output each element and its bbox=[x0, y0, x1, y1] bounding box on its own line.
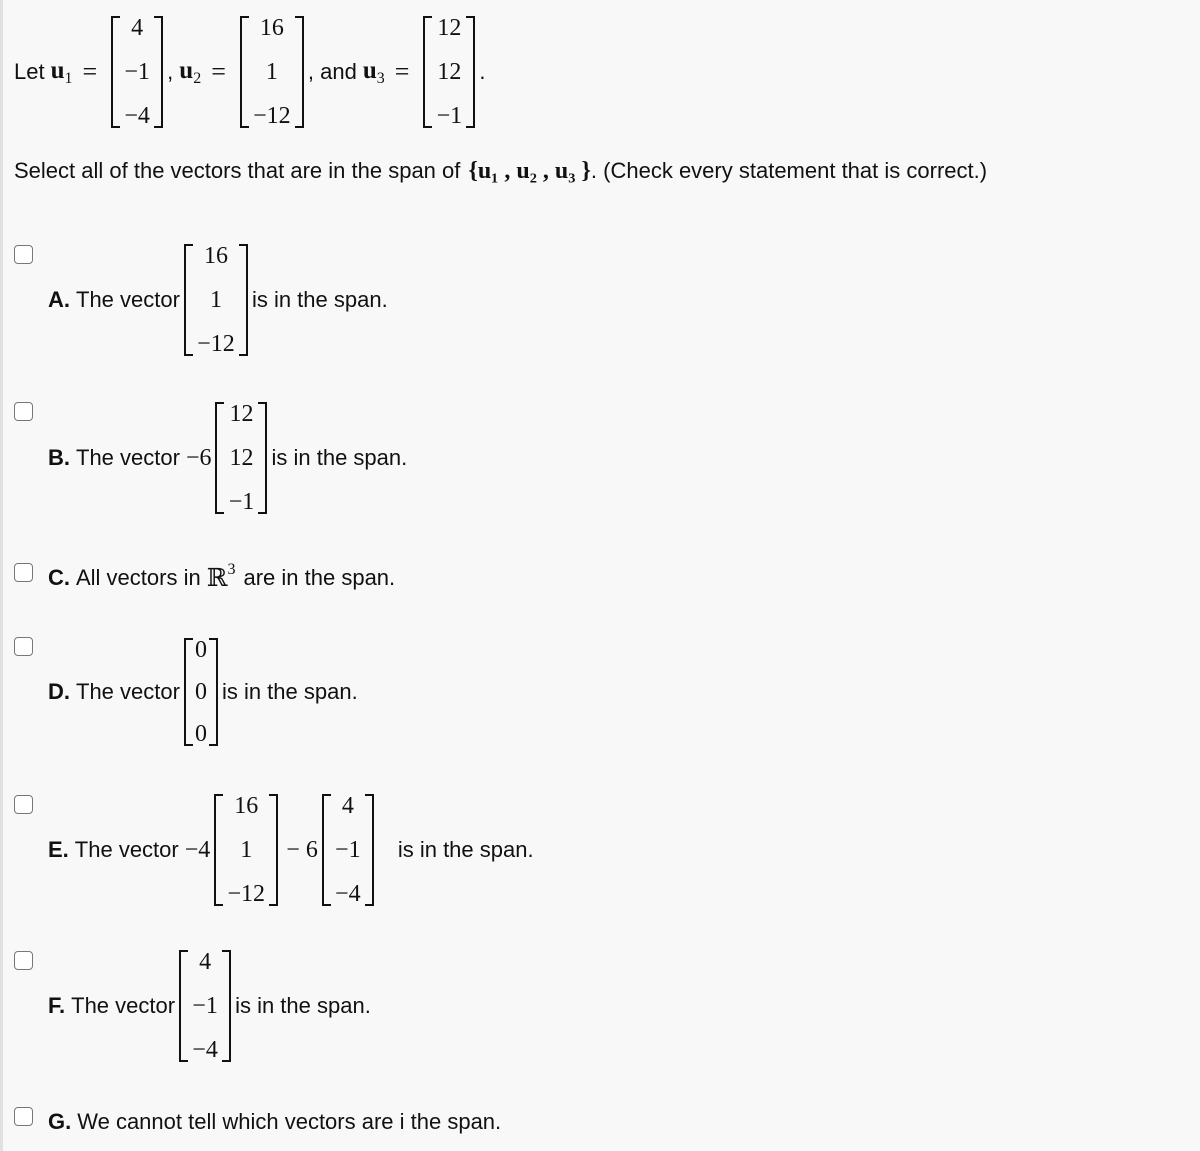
matrix-entry: −4 bbox=[192, 1037, 218, 1063]
exponent: 3 bbox=[227, 561, 236, 578]
option-suffix: is in the span. bbox=[397, 837, 534, 862]
option-prefix: The vector bbox=[76, 445, 180, 470]
vector-matrix: 16 1 −12 bbox=[214, 793, 279, 907]
u2-symbol: u2 bbox=[179, 57, 201, 88]
equals-sign: = bbox=[82, 57, 98, 86]
period: . bbox=[479, 59, 486, 84]
span-set: {u₁ , u₂ , u₃ } bbox=[468, 157, 591, 184]
matrix-entry: 0 bbox=[194, 637, 207, 663]
option-letter: F. bbox=[48, 993, 66, 1018]
option-e[interactable]: E. The vector −4 16 1 −12 − 6 4 −1 −4 is… bbox=[48, 792, 534, 908]
vector-matrix: 4 −1 −4 bbox=[321, 793, 374, 907]
u3-symbol: u3 bbox=[363, 57, 385, 88]
option-letter: G. bbox=[48, 1109, 72, 1134]
matrix-entry: −1 bbox=[335, 837, 361, 863]
matrix-entry: 4 bbox=[199, 949, 212, 975]
u2-entry: −12 bbox=[253, 103, 291, 129]
checkbox-f[interactable] bbox=[14, 951, 33, 970]
matrix-entry: 1 bbox=[209, 287, 222, 313]
u1-entry: −1 bbox=[124, 59, 150, 85]
equals-sign: = bbox=[394, 57, 410, 86]
u1-symbol: u1 bbox=[51, 57, 73, 88]
scalar-coefficient: −6 bbox=[185, 444, 212, 471]
vector-matrix: 16 1 −12 bbox=[183, 243, 248, 357]
vector-definitions: Let u1 = 4 −1 −4 , u2 = 16 1 −12 , and u… bbox=[14, 16, 486, 128]
vector-matrix: 0 0 0 bbox=[183, 637, 218, 747]
matrix-entry: 16 bbox=[234, 793, 259, 819]
option-a[interactable]: A. The vector 16 1 −12 is in the span. bbox=[48, 242, 388, 358]
checkbox-b[interactable] bbox=[14, 402, 33, 421]
checkbox-c[interactable] bbox=[14, 563, 33, 582]
u1-subscript: 1 bbox=[64, 69, 73, 87]
u1-entry: 4 bbox=[131, 15, 144, 41]
matrix-entry: 16 bbox=[203, 243, 228, 269]
option-prefix: The vector bbox=[71, 993, 176, 1018]
vector-matrix: 12 12 −1 bbox=[215, 401, 268, 515]
matrix-entry: 4 bbox=[341, 793, 354, 819]
matrix-entry: −12 bbox=[197, 331, 235, 357]
matrix-entry: 1 bbox=[240, 837, 253, 863]
option-prefix: The vector bbox=[76, 287, 180, 312]
u1-letter: u bbox=[50, 56, 65, 84]
matrix-entry: 12 bbox=[229, 445, 254, 471]
instruction-note: . (Check every statement that is correct… bbox=[590, 158, 988, 183]
matrix-entry: 0 bbox=[194, 721, 207, 747]
matrix-entry: −12 bbox=[227, 881, 266, 907]
matrix-entry: 12 bbox=[229, 401, 254, 427]
u2-letter: u bbox=[179, 56, 194, 84]
matrix-entry: −1 bbox=[192, 993, 218, 1019]
option-d[interactable]: D. The vector 0 0 0 is in the span. bbox=[48, 636, 358, 748]
real-space-symbol: ℝ bbox=[206, 565, 228, 592]
option-c[interactable]: C. All vectors in ℝ 3 are in the span. bbox=[48, 561, 396, 594]
u3-entry: −1 bbox=[436, 103, 463, 129]
u2-matrix: 16 1 −12 bbox=[239, 15, 304, 129]
scalar-coefficient: −4 bbox=[184, 836, 211, 863]
option-prefix: The vector bbox=[74, 837, 179, 862]
instruction: Select all of the vectors that are in th… bbox=[14, 156, 987, 186]
option-letter: C. bbox=[48, 565, 70, 590]
u3-subscript: 3 bbox=[376, 69, 385, 87]
minus-coefficient: − 6 bbox=[286, 836, 318, 863]
option-letter: A. bbox=[48, 287, 70, 312]
option-suffix: is in the span. bbox=[221, 679, 358, 704]
option-suffix: is in the span. bbox=[271, 445, 408, 470]
checkbox-e[interactable] bbox=[14, 795, 33, 814]
option-suffix: are in the span. bbox=[243, 565, 396, 590]
u3-matrix: 12 12 −1 bbox=[423, 15, 476, 129]
instruction-text: Select all of the vectors that are in th… bbox=[14, 158, 461, 183]
left-border bbox=[0, 0, 3, 1151]
option-suffix: is in the span. bbox=[251, 287, 388, 312]
u2-subscript: 2 bbox=[193, 69, 202, 87]
matrix-entry: −4 bbox=[335, 881, 361, 907]
u2-entry: 16 bbox=[259, 15, 284, 41]
vector-matrix: 4 −1 −4 bbox=[179, 949, 232, 1063]
option-letter: E. bbox=[48, 837, 69, 862]
u3-letter: u bbox=[362, 56, 377, 84]
equals-sign: = bbox=[211, 57, 226, 86]
option-letter: B. bbox=[48, 445, 70, 470]
matrix-entry: 0 bbox=[194, 679, 207, 705]
option-prefix: The vector bbox=[76, 679, 180, 704]
u3-entry: 12 bbox=[437, 59, 462, 85]
option-letter: D. bbox=[48, 679, 70, 704]
matrix-entry: −1 bbox=[228, 489, 255, 515]
checkbox-d[interactable] bbox=[14, 637, 33, 656]
u1-matrix: 4 −1 −4 bbox=[111, 15, 164, 129]
comma: , bbox=[167, 59, 174, 84]
checkbox-g[interactable] bbox=[14, 1107, 33, 1126]
and-label: , and bbox=[307, 59, 357, 84]
let-label: Let bbox=[14, 59, 45, 84]
option-b[interactable]: B. The vector −6 12 12 −1 is in the span… bbox=[48, 400, 407, 516]
option-g[interactable]: G. We cannot tell which vectors are i th… bbox=[48, 1106, 501, 1138]
checkbox-a[interactable] bbox=[14, 245, 33, 264]
option-text: We cannot tell which vectors are i the s… bbox=[77, 1109, 502, 1134]
option-suffix: is in the span. bbox=[235, 993, 371, 1018]
option-text: All vectors in bbox=[76, 565, 201, 590]
u2-entry: 1 bbox=[265, 59, 278, 85]
option-f[interactable]: F. The vector 4 −1 −4 is in the span. bbox=[48, 948, 371, 1064]
u1-entry: −4 bbox=[124, 103, 150, 129]
u3-entry: 12 bbox=[437, 15, 462, 41]
